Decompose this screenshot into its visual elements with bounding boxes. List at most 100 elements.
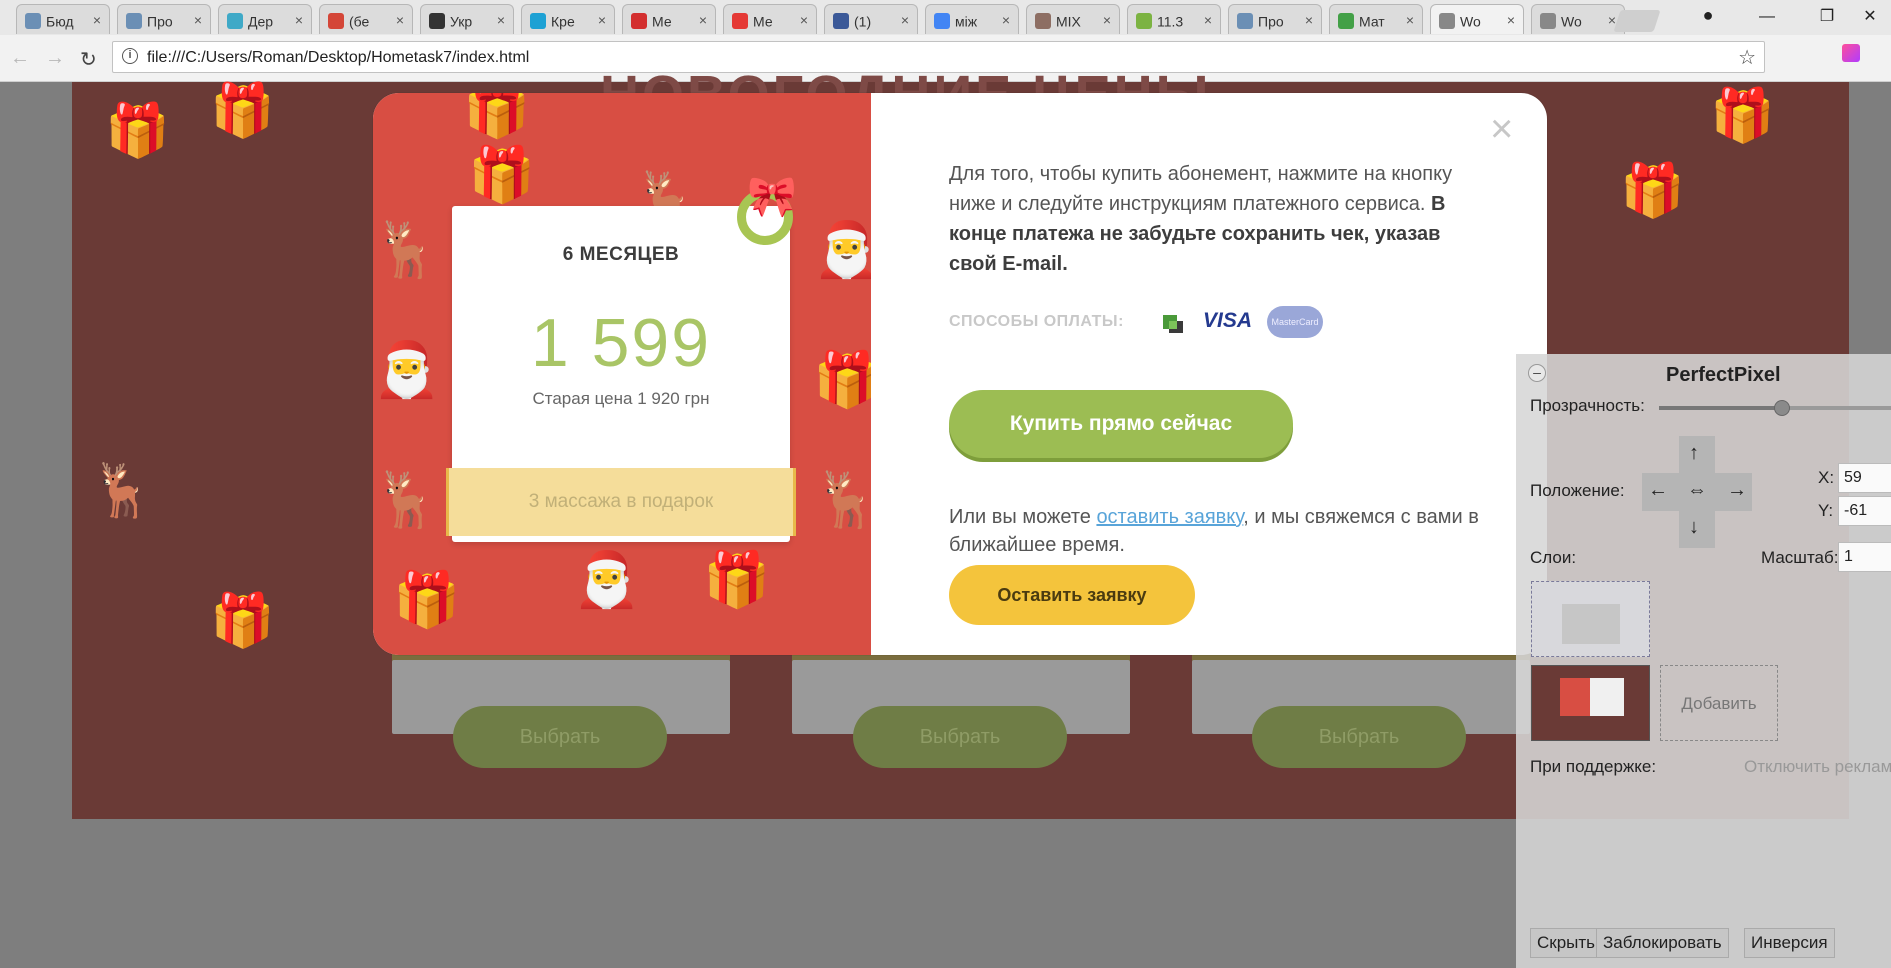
close-tab-icon[interactable]: × <box>1305 5 1313 34</box>
browser-tab[interactable]: Ме × <box>622 4 716 34</box>
invert-button[interactable]: Инверсия <box>1744 928 1835 958</box>
purchase-instructions: Для того, чтобы купить абонемент, нажмит… <box>949 159 1489 279</box>
panel-title: PerfectPixel <box>1666 364 1781 386</box>
bookmark-star-icon[interactable]: ☆ <box>1738 45 1756 70</box>
tab-title: Дер <box>248 13 274 30</box>
gift-icon: 🎁 <box>468 145 536 205</box>
select-button-3[interactable]: Выбрать <box>1252 706 1466 768</box>
browser-tab[interactable]: Wo × <box>1430 4 1524 34</box>
y-input[interactable]: -61 <box>1838 496 1891 526</box>
x-input[interactable]: 59 <box>1838 463 1891 493</box>
gift-icon: 🎁 <box>105 102 170 160</box>
support-label: При поддержке: <box>1530 757 1657 776</box>
arrow-center-icon[interactable]: ⇔ <box>1687 479 1707 502</box>
select-button-2[interactable]: Выбрать <box>853 706 1067 768</box>
reindeer-icon: 🦌 <box>90 462 155 520</box>
close-tab-icon[interactable]: × <box>1002 5 1010 34</box>
forward-icon[interactable]: → <box>45 47 65 70</box>
browser-tab[interactable]: 11.3 × <box>1127 4 1221 34</box>
close-tab-icon[interactable]: × <box>194 5 202 34</box>
close-icon[interactable]: × <box>1490 109 1513 149</box>
building-icon <box>25 13 41 30</box>
price-card: 6 МЕСЯЦЕВ 1 599 Старая цена 1 920 грн 3 … <box>446 206 796 542</box>
close-tab-icon[interactable]: × <box>1204 5 1212 34</box>
browser-tab[interactable]: Укр × <box>420 4 514 34</box>
t-icon <box>429 13 445 30</box>
maximize-button[interactable]: ❐ <box>1805 4 1849 30</box>
arrow-left-icon[interactable]: ← <box>1648 479 1668 502</box>
close-tab-icon[interactable]: × <box>1507 5 1515 34</box>
browser-tab[interactable]: Бюд × <box>16 4 110 34</box>
modal-left-panel: 🎁 🎁 🦌 🦌 🎅 🎅 🎁 🦌 🦌 🎅 🎁 🎁 6 МЕСЯЦЕВ 1 599 … <box>373 93 871 655</box>
opacity-label: Прозрачность: <box>1530 396 1645 415</box>
close-window-button[interactable]: ✕ <box>1848 4 1891 30</box>
santa-icon: 🎅 <box>813 220 871 280</box>
disable-ads-link[interactable]: Отключить рекламу <box>1744 757 1891 777</box>
tab-title: Ме <box>753 13 773 30</box>
browser-tab[interactable]: Про × <box>1228 4 1322 34</box>
browser-tab[interactable]: Ме × <box>723 4 817 34</box>
new-tab-button[interactable] <box>1613 10 1661 32</box>
layer-thumbnail[interactable] <box>1531 581 1650 657</box>
layers-label: Слои: <box>1530 548 1577 567</box>
layer-thumbnail[interactable] <box>1531 665 1650 741</box>
request-text-before: Или вы можете <box>949 506 1097 528</box>
buy-now-button[interactable]: Купить прямо сейчас <box>949 390 1293 458</box>
minimize-button[interactable]: — <box>1745 4 1789 30</box>
browser-tab[interactable]: між × <box>925 4 1019 34</box>
tab-title: Ме <box>652 13 672 30</box>
browser-tab[interactable]: (1) × <box>824 4 918 34</box>
browser-tab[interactable]: Дер × <box>218 4 312 34</box>
close-tab-icon[interactable]: × <box>396 5 404 34</box>
gift-icon: 🎁 <box>703 550 771 610</box>
tab-title: Кре <box>551 13 575 30</box>
purchase-modal: 🎁 🎁 🦌 🦌 🎅 🎅 🎁 🦌 🦌 🎅 🎁 🎁 6 МЕСЯЦЕВ 1 599 … <box>373 93 1547 655</box>
request-link[interactable]: оставить заявку <box>1096 506 1243 528</box>
extension-icon[interactable] <box>1842 44 1860 62</box>
browser-tab[interactable]: Wo × <box>1531 4 1625 34</box>
close-tab-icon[interactable]: × <box>1406 5 1414 34</box>
tab-title: Мат <box>1359 13 1385 30</box>
opacity-slider-fill <box>1659 406 1782 410</box>
browser-tab[interactable]: Кре × <box>521 4 615 34</box>
price-value: 1 599 <box>530 305 712 381</box>
url-text[interactable]: file:///C:/Users/Roman/Desktop/Hometask7… <box>147 49 529 67</box>
close-tab-icon[interactable]: × <box>295 5 303 34</box>
reload-icon[interactable]: ↻ <box>80 47 97 72</box>
f-icon <box>1338 13 1354 30</box>
arrow-up-icon[interactable]: ↑ <box>1689 442 1699 465</box>
opacity-slider-thumb[interactable] <box>1773 400 1790 416</box>
gift-icon: 🎁 <box>1710 87 1775 145</box>
profile-icon[interactable]: ● <box>1686 2 1730 28</box>
tab-title: між <box>955 13 978 30</box>
browser-tab[interactable]: MIX × <box>1026 4 1120 34</box>
close-tab-icon[interactable]: × <box>598 5 606 34</box>
scale-input[interactable]: 1 <box>1838 542 1891 572</box>
close-tab-icon[interactable]: × <box>800 5 808 34</box>
gift-icon: 🎁 <box>813 350 871 410</box>
close-tab-icon[interactable]: × <box>1103 5 1111 34</box>
price-period: 6 МЕСЯЦЕВ <box>562 244 680 265</box>
select-button-1[interactable]: Выбрать <box>453 706 667 768</box>
back-icon[interactable]: ← <box>10 47 30 70</box>
add-layer-button[interactable]: Добавить <box>1660 665 1778 741</box>
close-tab-icon[interactable]: × <box>699 5 707 34</box>
tab-title: Про <box>147 13 173 30</box>
browser-tab[interactable]: Мат × <box>1329 4 1423 34</box>
hide-button[interactable]: Скрыть <box>1530 928 1603 958</box>
f-script-icon <box>227 13 243 30</box>
arrow-right-icon[interactable]: → <box>1727 479 1747 502</box>
reindeer-icon: 🦌 <box>813 470 871 530</box>
lock-button[interactable]: Заблокировать <box>1596 928 1729 958</box>
close-tab-icon[interactable]: × <box>497 5 505 34</box>
info-icon[interactable]: i <box>122 48 138 64</box>
visa-icon: VISA <box>1203 309 1253 332</box>
close-tab-icon[interactable]: × <box>901 5 909 34</box>
minimize-panel-button[interactable]: – <box>1528 364 1546 382</box>
browser-tab[interactable]: (бе × <box>319 4 413 34</box>
arrow-down-icon[interactable]: ↓ <box>1689 516 1699 539</box>
close-tab-icon[interactable]: × <box>93 5 101 34</box>
browser-tab[interactable]: Про × <box>117 4 211 34</box>
tab-title: (бе <box>349 13 370 30</box>
leave-request-button[interactable]: Оставить заявку <box>949 565 1195 625</box>
